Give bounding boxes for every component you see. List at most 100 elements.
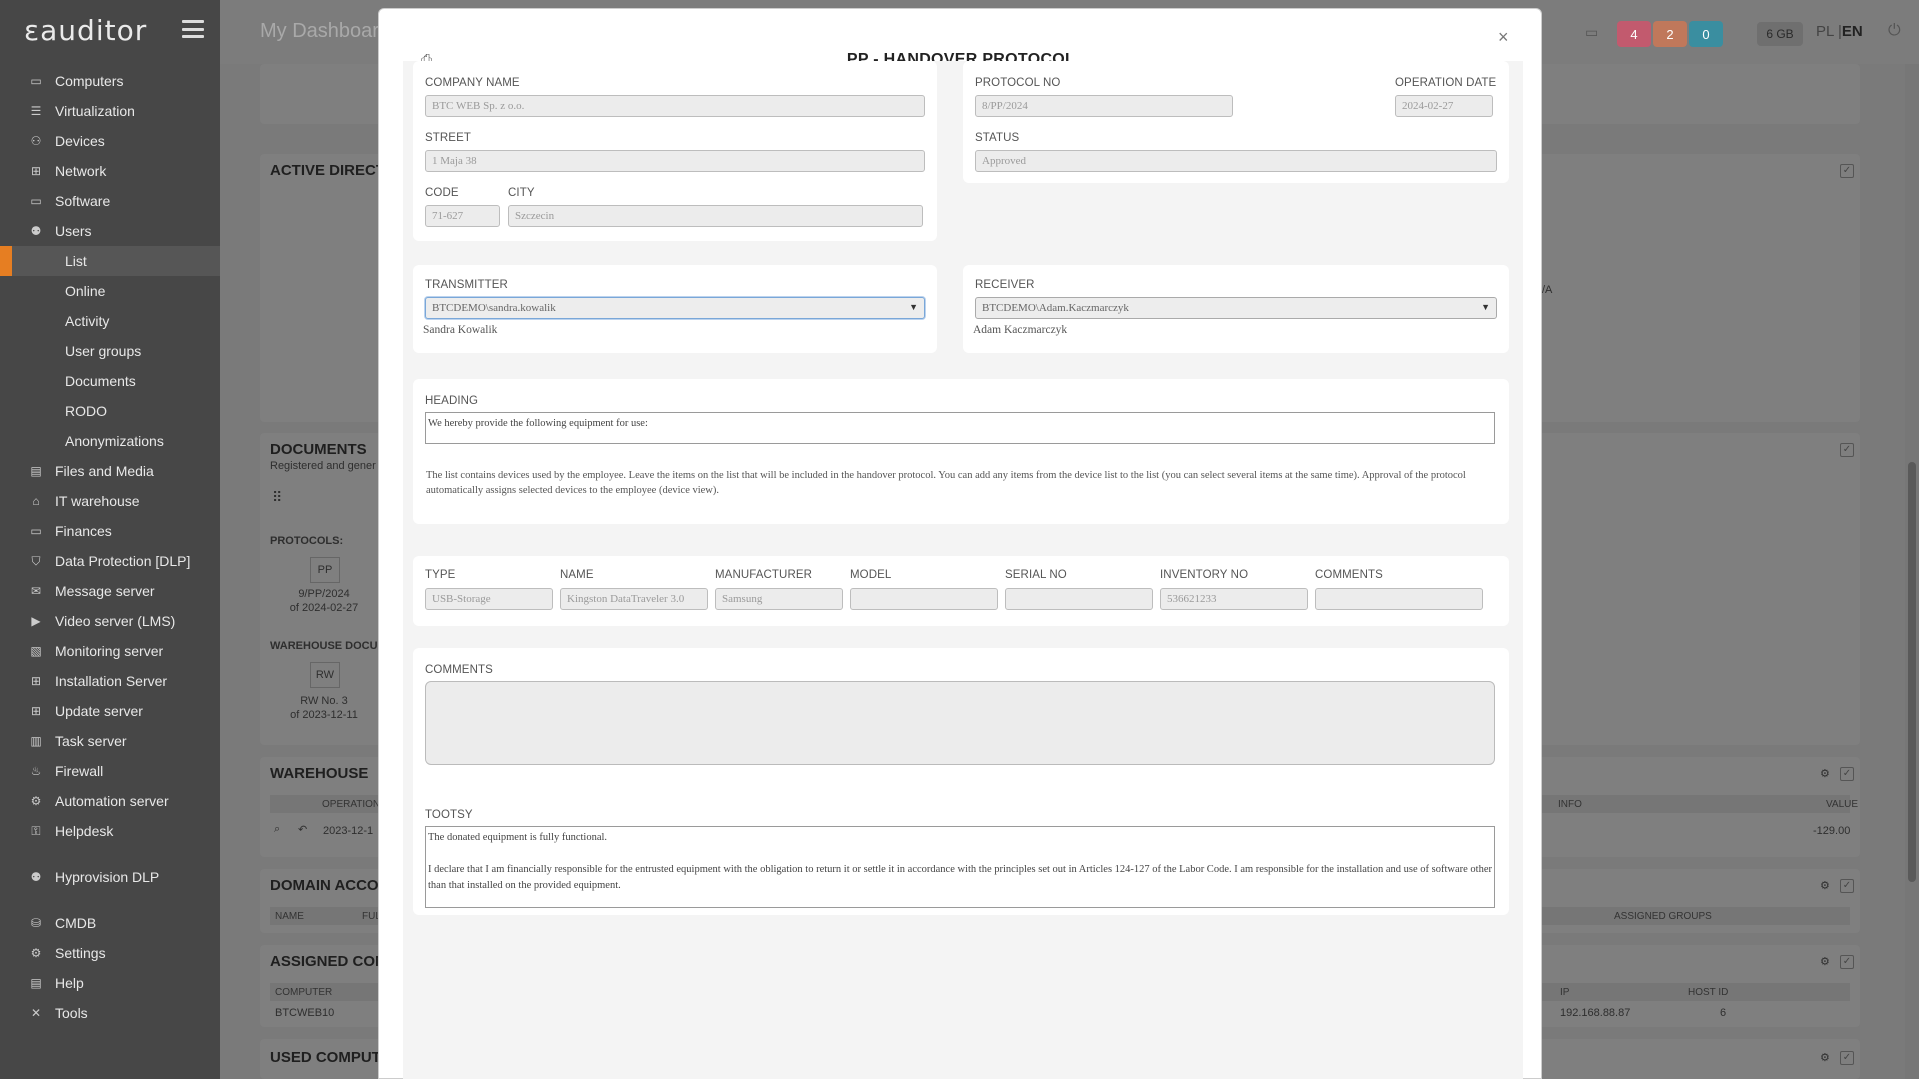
bg-col-host-id: HOST ID (1688, 987, 1729, 998)
bg-heading-warehouse: WAREHOUSE (270, 765, 369, 782)
sidebar-subitem-documents[interactable]: Documents (0, 366, 220, 396)
badge-teal[interactable]: 0 (1689, 21, 1723, 47)
sidebar-subitem-user-groups[interactable]: User groups (0, 336, 220, 366)
item-type-field[interactable]: USB-Storage (425, 588, 553, 610)
item-model-field[interactable] (850, 588, 998, 610)
sidebar-item-message-server[interactable]: ✉ Message server (0, 576, 220, 606)
bg-pp-no: 9/PP/2024 (298, 588, 350, 600)
sidebar-item-it-warehouse[interactable]: ⌂ IT warehouse (0, 486, 220, 516)
menu-toggle-icon[interactable] (182, 20, 204, 38)
sidebar-item-hyprovision-dlp[interactable]: ⚉ Hyprovision DLP (0, 862, 220, 892)
sidebar-item-finances[interactable]: ▭ Finances (0, 516, 220, 546)
wallet-icon: ▭ (30, 524, 42, 538)
scrollbar-thumb[interactable] (1908, 462, 1916, 882)
code-field[interactable]: 71-627 (425, 205, 500, 227)
item-comments-field[interactable] (1315, 588, 1483, 610)
receiver-label: RECEIVER (975, 279, 1035, 291)
heading-field[interactable]: We hereby provide the following equipmen… (425, 412, 1495, 444)
bg-heading-documents: DOCUMENTS (270, 441, 367, 458)
bg-ac-computer: BTCWEB10 (275, 1007, 335, 1019)
pp-doc-icon[interactable]: PP (310, 557, 340, 583)
sidebar-item-automation-server[interactable]: ⚙ Automation server (0, 786, 220, 816)
modal-body: COMPANY NAME BTC WEB Sp. z o.o. STREET 1… (403, 61, 1523, 1079)
city-field[interactable]: Szczecin (508, 205, 923, 227)
item-serial-field[interactable] (1005, 588, 1153, 610)
bg-checkbox[interactable]: ✓ (1840, 443, 1854, 457)
undo-icon[interactable]: ↶ (298, 823, 307, 836)
sidebar-item-network[interactable]: ⊞ Network (0, 156, 220, 186)
video-icon: ▶ (31, 614, 41, 628)
sidebar-item-installation-server[interactable]: ⊞ Installation Server (0, 666, 220, 696)
bg-pp-date: of 2024-02-27 (289, 602, 359, 614)
sidebar-item-help[interactable]: ▤ Help (0, 968, 220, 998)
receiver-select[interactable]: BTCDEMO\Adam.Kaczmarczyk ▼ (975, 297, 1497, 319)
sidebar-item-video-server[interactable]: ▶ Video server (LMS) (0, 606, 220, 636)
sidebar-item-helpdesk[interactable]: ⚿ Helpdesk (0, 816, 220, 846)
mail-icon: ✉ (30, 584, 42, 598)
company-name-field[interactable]: BTC WEB Sp. z o.o. (425, 95, 925, 117)
street-field[interactable]: 1 Maja 38 (425, 150, 925, 172)
sidebar-subitem-list[interactable]: List (0, 246, 220, 276)
layers-icon: ☰ (30, 104, 42, 118)
tootsy-label: TOOTSY (425, 809, 473, 821)
gear-icon[interactable]: ⚙ (1820, 1051, 1830, 1064)
bg-documents-sub: Registered and gener (270, 460, 376, 472)
tootsy-line-2: I declare that I am financially responsi… (428, 863, 1492, 891)
status-field[interactable]: Approved (975, 150, 1497, 172)
sidebar-item-firewall[interactable]: ♨ Firewall (0, 756, 220, 786)
bg-checkbox[interactable]: ✓ (1840, 164, 1854, 178)
chevron-down-icon: ▼ (1481, 302, 1490, 312)
chat-icon[interactable]: ▭ (1585, 24, 1598, 41)
close-icon[interactable]: × (1498, 27, 1509, 48)
col-model: MODEL (850, 569, 892, 581)
col-manufacturer: MANUFACTURER (715, 569, 813, 581)
bg-ac-ip: 192.168.88.87 (1560, 1007, 1631, 1019)
operation-date-field[interactable]: 2024-02-27 (1395, 95, 1493, 117)
users-icon: ⚉ (30, 224, 42, 238)
gear-icon[interactable]: ⚙ (1820, 879, 1830, 892)
item-manufacturer-field[interactable]: Samsung (715, 588, 843, 610)
page-scrollbar[interactable] (1905, 64, 1919, 1079)
bg-checkbox[interactable]: ✓ (1840, 767, 1854, 781)
rw-doc-icon[interactable]: RW (310, 662, 340, 688)
grid-icon[interactable]: ⠿ (272, 489, 282, 506)
tootsy-textarea[interactable]: The donated equipment is fully functiona… (425, 826, 1495, 908)
sidebar-item-computers[interactable]: ▭ Computers (0, 66, 220, 96)
bg-checkbox[interactable]: ✓ (1840, 955, 1854, 969)
sidebar-subitem-anonymizations[interactable]: Anonymizations (0, 426, 220, 456)
comments-textarea[interactable] (425, 681, 1495, 765)
bg-checkbox[interactable]: ✓ (1840, 1051, 1854, 1065)
gear-icon[interactable]: ⚙ (1820, 767, 1830, 780)
sidebar-item-virtualization[interactable]: ☰ Virtualization (0, 96, 220, 126)
sidebar-item-files-media[interactable]: ▤ Files and Media (0, 456, 220, 486)
badge-orange[interactable]: 2 (1653, 21, 1687, 47)
sidebar-item-task-server[interactable]: ▥ Task server (0, 726, 220, 756)
bg-checkbox[interactable]: ✓ (1840, 879, 1854, 893)
lang-en[interactable]: EN (1842, 23, 1863, 40)
sidebar-item-settings[interactable]: ⚙ Settings (0, 938, 220, 968)
item-name-field[interactable]: Kingston DataTraveler 3.0 (560, 588, 708, 610)
sidebar-item-users[interactable]: ⚉ Users (0, 216, 220, 246)
search-icon[interactable]: ⌕ (274, 823, 280, 836)
sidebar-item-devices[interactable]: ⚇ Devices (0, 126, 220, 156)
protocol-no-field[interactable]: 8/PP/2024 (975, 95, 1233, 117)
sidebar-subitem-rodo[interactable]: RODO (0, 396, 220, 426)
file-icon: ▤ (30, 464, 42, 478)
transmitter-select[interactable]: BTCDEMO\sandra.kowalik ▼ (425, 297, 925, 319)
sidebar-subitem-online[interactable]: Online (0, 276, 220, 306)
comments-card: COMMENTS TOOTSY The donated equipment is… (413, 648, 1509, 915)
sidebar-subitem-activity[interactable]: Activity (0, 306, 220, 336)
badge-red[interactable]: 4 (1617, 21, 1651, 47)
sidebar-item-data-protection[interactable]: ⛉ Data Protection [DLP] (0, 546, 220, 576)
lang-pl[interactable]: PL (1816, 23, 1834, 40)
sidebar-item-cmdb[interactable]: ⛁ CMDB (0, 908, 220, 938)
sidebar-item-update-server[interactable]: ⊞ Update server (0, 696, 220, 726)
sidebar-item-monitoring-server[interactable]: ▧ Monitoring server (0, 636, 220, 666)
sidebar-item-tools[interactable]: ✕ Tools (0, 998, 220, 1028)
item-inventory-field[interactable]: 536621233 (1160, 588, 1308, 610)
power-icon[interactable]: ⏻ (1888, 22, 1901, 40)
gear-icon[interactable]: ⚙ (1820, 955, 1830, 968)
sidebar-item-software[interactable]: ▭ Software (0, 186, 220, 216)
network-icon: ⊞ (30, 704, 42, 718)
heading-label: HEADING (425, 395, 479, 407)
